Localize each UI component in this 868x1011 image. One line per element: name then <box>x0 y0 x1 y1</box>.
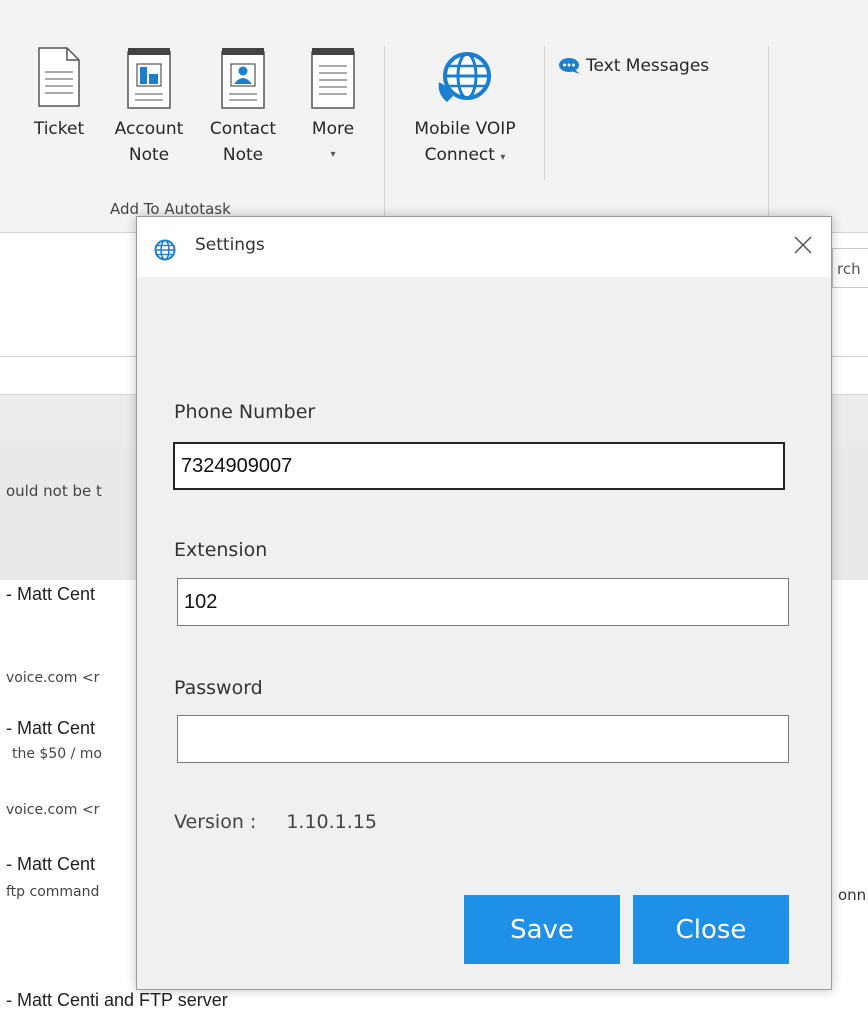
list-item-email: voice.com <r <box>6 670 100 686</box>
account-note-line1: Account <box>114 119 184 139</box>
extension-label: Extension <box>174 539 268 561</box>
dialog-title: Settings <box>195 235 265 255</box>
close-icon[interactable] <box>787 229 819 261</box>
chat-bubbles-icon <box>559 58 580 74</box>
list-item-email: voice.com <r <box>6 802 100 818</box>
search-box-fragment[interactable]: rch <box>832 248 868 288</box>
version-value: 1.10.1.15 <box>286 811 377 833</box>
mobile-voip-line2: Connect ▾ <box>424 145 506 165</box>
extension-input[interactable] <box>177 578 789 626</box>
close-button[interactable]: Close <box>633 895 789 964</box>
ribbon: Ticket Account Note Contact Note More ▾ … <box>0 0 868 233</box>
list-item-sender[interactable]: - Matt Cent <box>6 854 95 875</box>
password-input[interactable] <box>177 715 789 763</box>
globe-icon <box>154 239 176 261</box>
document-icon <box>38 47 80 107</box>
globe-phone-icon <box>438 52 491 102</box>
group-separator <box>384 46 385 216</box>
text-messages-label: Text Messages <box>586 56 710 76</box>
list-item-preview: the $50 / mo <box>12 746 102 762</box>
contact-note-icon <box>221 48 265 109</box>
ticket-label: Ticket <box>33 119 85 139</box>
contact-note-button[interactable]: Contact Note <box>198 46 288 168</box>
notepad-icon <box>311 48 355 109</box>
group-separator <box>768 46 769 216</box>
chevron-down-icon: ▾ <box>500 152 506 163</box>
list-item-sender[interactable]: - Matt Centi and FTP server <box>6 990 228 1011</box>
version-label: Version : <box>174 811 257 833</box>
phone-number-input[interactable] <box>173 442 785 490</box>
building-note-icon <box>127 48 171 109</box>
contact-note-line1: Contact <box>209 119 277 139</box>
mobile-voip-connect-button[interactable]: Mobile VOIP Connect ▾ <box>392 46 538 171</box>
version-info: Version : 1.10.1.15 <box>174 811 377 833</box>
dialog-titlebar: Settings <box>137 217 831 277</box>
account-note-line2: Note <box>128 145 170 165</box>
more-button[interactable]: More ▾ <box>298 46 368 168</box>
group-separator <box>544 46 545 180</box>
contact-note-line2: Note <box>222 145 264 165</box>
ticket-button[interactable]: Ticket <box>24 46 94 142</box>
list-item-preview-fragment: onn <box>838 886 867 904</box>
password-label: Password <box>174 677 263 699</box>
phone-number-label: Phone Number <box>174 401 316 423</box>
chevron-down-icon: ▾ <box>330 149 336 160</box>
more-label: More <box>311 119 355 139</box>
info-bar-text: ould not be t <box>6 482 102 500</box>
text-messages-button[interactable]: Text Messages <box>556 56 709 76</box>
list-item-preview: ftp command <box>6 884 100 900</box>
account-note-button[interactable]: Account Note <box>102 46 196 168</box>
save-button[interactable]: Save <box>464 895 620 964</box>
settings-dialog: Settings Phone Number Extension Password… <box>136 216 832 990</box>
list-item-sender[interactable]: - Matt Cent <box>6 584 95 605</box>
list-item-sender[interactable]: - Matt Cent <box>6 718 95 739</box>
mobile-voip-line1: Mobile VOIP <box>414 119 516 139</box>
